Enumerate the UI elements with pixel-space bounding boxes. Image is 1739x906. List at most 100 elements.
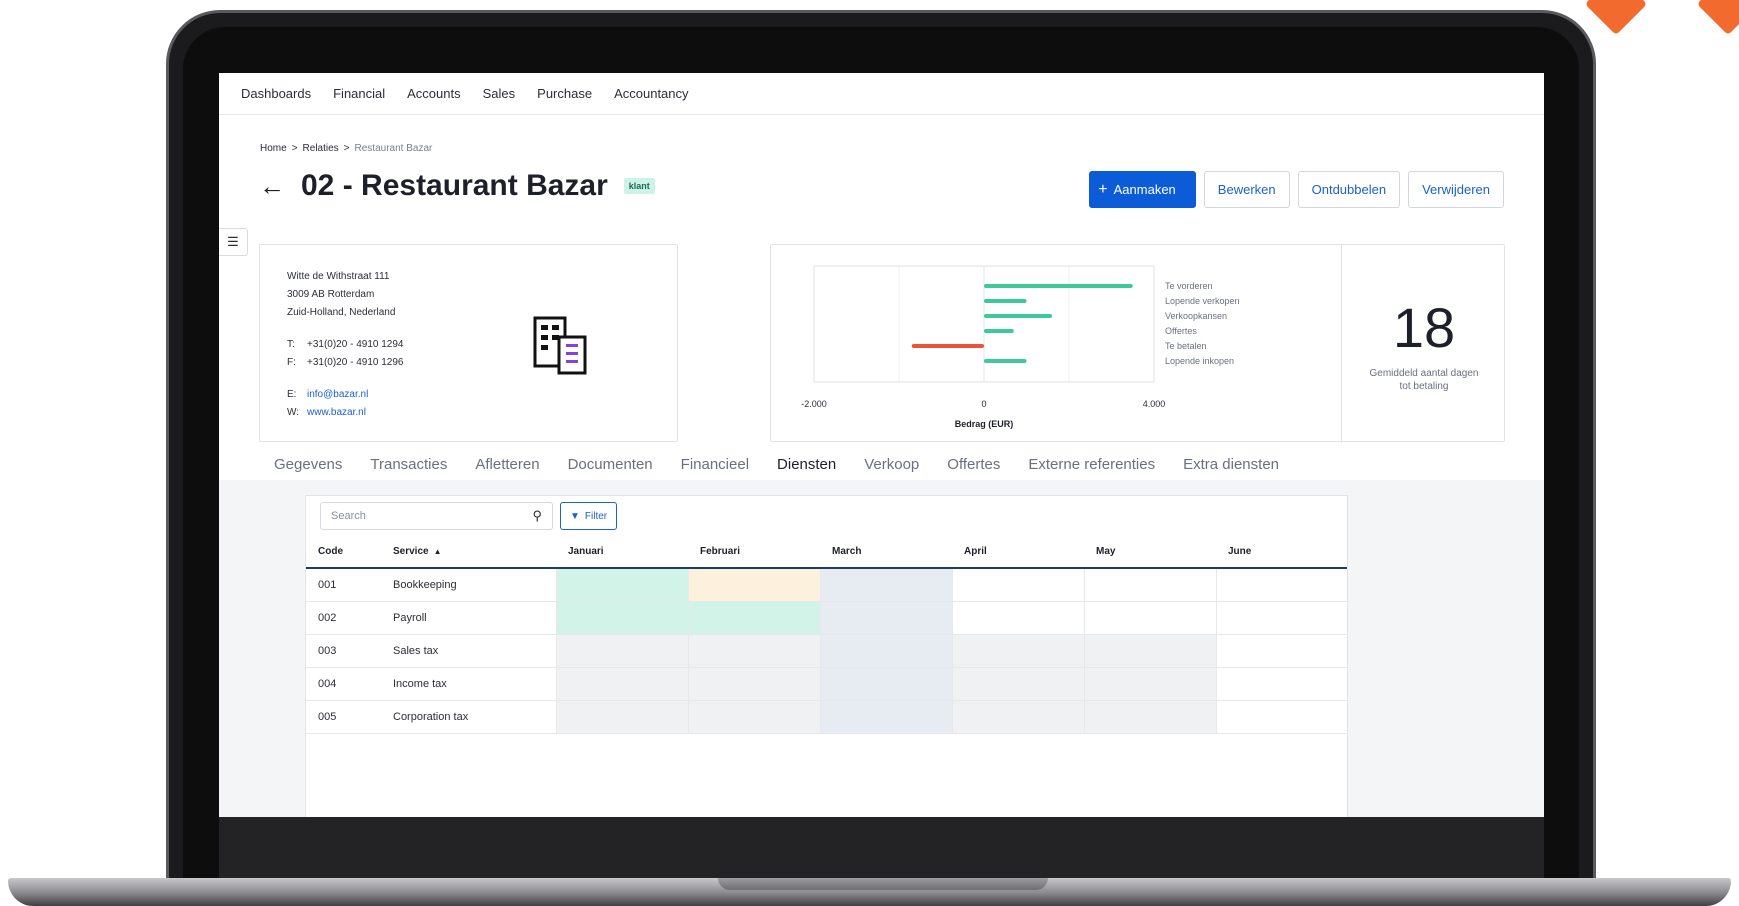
month-status-cell[interactable] xyxy=(687,601,820,635)
x-axis-label: Bedrag (EUR) xyxy=(955,419,1014,429)
month-status-cell[interactable] xyxy=(1215,667,1347,701)
fax-label: F: xyxy=(287,357,296,368)
column-header-may[interactable]: May xyxy=(1084,536,1216,569)
tab-diensten[interactable]: Diensten xyxy=(774,451,840,482)
balance-chart: Te vorderen Lopende verkopen Verkoopkansen… xyxy=(801,265,1240,429)
list-toggle-button[interactable]: ☰ xyxy=(219,228,248,256)
month-status-cell[interactable] xyxy=(1215,601,1347,635)
breadcrumb-separator: > xyxy=(343,143,350,154)
month-status-cell[interactable] xyxy=(819,634,952,668)
month-status-cell[interactable] xyxy=(819,568,952,602)
balance-chart-card: Te vorderen Lopende verkopen Verkoopkansen… xyxy=(770,244,1506,443)
month-status-cell[interactable] xyxy=(687,700,820,734)
tab-externe-referenties[interactable]: Externe referenties xyxy=(1025,451,1158,482)
month-status-cell[interactable] xyxy=(555,568,688,602)
column-header-code[interactable]: Code xyxy=(306,536,381,569)
nav-sales[interactable]: Sales xyxy=(483,86,516,101)
nav-accounts[interactable]: Accounts xyxy=(407,86,460,101)
month-status-cell[interactable] xyxy=(1215,568,1347,602)
list-icon: ☰ xyxy=(227,234,239,249)
stage: Dashboards Financial Accounts Sales Purc… xyxy=(0,0,1739,906)
column-header-februari[interactable]: Februari xyxy=(688,536,820,569)
back-arrow-icon[interactable]: ← xyxy=(259,173,285,199)
email-label: E: xyxy=(287,389,297,400)
search-icon[interactable]: ⚲ xyxy=(532,508,542,524)
month-status-cell[interactable] xyxy=(1083,634,1216,668)
nav-financial[interactable]: Financial xyxy=(333,86,385,101)
table-row[interactable]: 001 Bookkeeping xyxy=(306,568,1347,602)
column-header-april[interactable]: April xyxy=(952,536,1084,569)
decorative-chevron xyxy=(1696,0,1739,36)
service-name: Sales tax xyxy=(381,634,556,668)
month-status-cell[interactable] xyxy=(819,667,952,701)
legend-label: Te betalen xyxy=(1165,341,1207,351)
month-status-cell[interactable] xyxy=(1215,700,1347,734)
column-header-service[interactable]: Service ▲ xyxy=(381,536,556,569)
month-status-cell[interactable] xyxy=(951,700,1084,734)
month-status-cell[interactable] xyxy=(555,700,688,734)
legend-label: Verkoopkansen xyxy=(1165,311,1227,321)
service-name: Bookkeeping xyxy=(381,568,556,602)
laptop-chin xyxy=(219,817,1544,879)
website-link[interactable]: www.bazar.nl xyxy=(307,407,366,418)
bar-verkoopkansen xyxy=(984,314,1052,318)
service-code: 003 xyxy=(306,634,381,668)
month-status-cell[interactable] xyxy=(819,601,952,635)
table-row[interactable]: 005 Corporation tax xyxy=(306,700,1347,734)
month-status-cell[interactable] xyxy=(951,667,1084,701)
month-status-cell[interactable] xyxy=(555,634,688,668)
kpi-label: Gemiddeld aantal dagen tot betaling xyxy=(1369,368,1479,392)
month-status-cell[interactable] xyxy=(951,568,1084,602)
delete-button[interactable]: Verwijderen xyxy=(1408,171,1504,208)
month-status-cell[interactable] xyxy=(1083,568,1216,602)
app-screen: Dashboards Financial Accounts Sales Purc… xyxy=(219,73,1544,817)
month-status-cell[interactable] xyxy=(819,700,952,734)
search-input[interactable] xyxy=(331,510,511,522)
month-status-cell[interactable] xyxy=(555,601,688,635)
address-region: Zuid-Holland, Nederland xyxy=(287,307,396,318)
month-status-cell[interactable] xyxy=(1083,667,1216,701)
month-status-cell[interactable] xyxy=(1215,634,1347,668)
plus-icon: + xyxy=(1098,180,1108,198)
kpi-panel: 18 Gemiddeld aantal dagen tot betaling xyxy=(1341,245,1506,443)
bar-lopende-inkopen xyxy=(984,359,1027,363)
tab-verkoop[interactable]: Verkoop xyxy=(861,451,922,482)
nav-dashboards[interactable]: Dashboards xyxy=(241,86,311,101)
filter-button[interactable]: ▼ Filter xyxy=(560,502,618,530)
month-status-cell[interactable] xyxy=(555,667,688,701)
bar-lopende-verkopen xyxy=(984,299,1027,303)
month-status-cell[interactable] xyxy=(687,568,820,602)
dedupe-button[interactable]: Ontdubbelen xyxy=(1297,171,1401,208)
service-name: Income tax xyxy=(381,667,556,701)
tab-financieel[interactable]: Financieel xyxy=(678,451,752,482)
tab-afletteren[interactable]: Afletteren xyxy=(472,451,542,482)
email-link[interactable]: info@bazar.nl xyxy=(307,389,368,400)
month-status-cell[interactable] xyxy=(951,634,1084,668)
tab-offertes[interactable]: Offertes xyxy=(944,451,1003,482)
table-row[interactable]: 002 Payroll xyxy=(306,601,1347,635)
create-button[interactable]: + Aanmaken xyxy=(1089,171,1196,208)
table-row[interactable]: 003 Sales tax xyxy=(306,634,1347,668)
month-status-cell[interactable] xyxy=(1083,700,1216,734)
breadcrumb-relaties[interactable]: Relaties xyxy=(303,143,339,154)
services-table: Code Service ▲ Januari Februari March April May… xyxy=(306,536,1347,734)
tab-gegevens[interactable]: Gegevens xyxy=(271,451,345,482)
month-status-cell[interactable] xyxy=(687,634,820,668)
column-header-june[interactable]: June xyxy=(1216,536,1347,569)
table-row[interactable]: 004 Income tax xyxy=(306,667,1347,701)
service-name: Corporation tax xyxy=(381,700,556,734)
nav-purchase[interactable]: Purchase xyxy=(537,86,592,101)
month-status-cell[interactable] xyxy=(687,667,820,701)
month-status-cell[interactable] xyxy=(1083,601,1216,635)
tab-transacties[interactable]: Transacties xyxy=(367,451,450,482)
column-header-januari[interactable]: Januari xyxy=(556,536,688,569)
month-status-cell[interactable] xyxy=(951,601,1084,635)
create-button-label: Aanmaken xyxy=(1113,182,1176,197)
tab-extra-diensten[interactable]: Extra diensten xyxy=(1180,451,1282,482)
nav-accountancy[interactable]: Accountancy xyxy=(614,86,688,101)
breadcrumb-home[interactable]: Home xyxy=(260,143,287,154)
address-city: 3009 AB Rotterdam xyxy=(287,289,375,300)
column-header-march[interactable]: March xyxy=(820,536,952,569)
tab-documenten[interactable]: Documenten xyxy=(565,451,656,482)
edit-button[interactable]: Bewerken xyxy=(1203,171,1290,208)
